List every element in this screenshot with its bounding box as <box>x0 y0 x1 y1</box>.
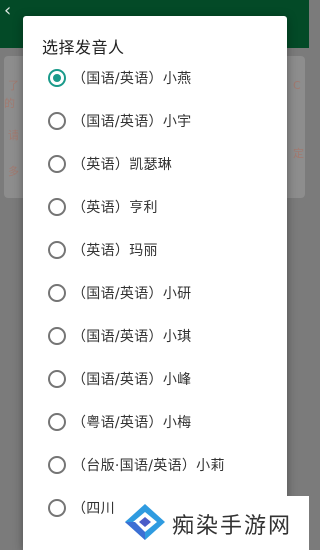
voice-option[interactable]: （英语）凯瑟琳 <box>23 142 287 185</box>
voice-option[interactable]: （国语/英语）小峰 <box>23 357 287 400</box>
watermark: 痴染手游网 <box>117 496 309 550</box>
radio-unchecked-icon[interactable] <box>48 327 66 345</box>
voice-select-dialog: 选择发音人 （国语/英语）小燕 （国语/英语）小宇 （英语）凯瑟琳 （英语）亨利… <box>23 16 287 550</box>
radio-unchecked-icon[interactable] <box>48 413 66 431</box>
voice-option-label: （国语/英语）小宇 <box>72 114 192 130</box>
background-text-fragment: 了 <box>8 79 19 92</box>
voice-option[interactable]: （国语/英语）小宇 <box>23 99 287 142</box>
voice-option-label: （英语）玛丽 <box>72 243 158 259</box>
radio-unchecked-icon[interactable] <box>48 241 66 259</box>
voice-option[interactable]: （英语）玛丽 <box>23 228 287 271</box>
voice-option-label: （粤语/英语）小梅 <box>72 415 192 431</box>
background-text-fragment: C <box>293 79 301 92</box>
diamond-logo-icon <box>125 504 165 540</box>
voice-option-label: （台版·国语/英语）小莉 <box>72 458 225 474</box>
voice-option-label: （国语/英语）小研 <box>72 286 192 302</box>
voice-option-label: （英语）凯瑟琳 <box>72 157 173 173</box>
background-text-fragment: 的 <box>4 97 15 110</box>
background-text-fragment: 多 <box>8 165 19 178</box>
dialog-title: 选择发音人 <box>42 38 125 57</box>
radio-unchecked-icon[interactable] <box>48 499 66 517</box>
radio-unchecked-icon[interactable] <box>48 370 66 388</box>
voice-option[interactable]: （国语/英语）小燕 <box>23 56 287 99</box>
voice-options-list: （国语/英语）小燕 （国语/英语）小宇 （英语）凯瑟琳 （英语）亨利 （英语）玛… <box>23 56 287 529</box>
voice-option-label: （国语/英语）小峰 <box>72 372 192 388</box>
background-text-fragment: 请 <box>8 129 19 142</box>
radio-checked-icon[interactable] <box>48 69 66 87</box>
voice-option[interactable]: （粤语/英语）小梅 <box>23 400 287 443</box>
voice-option-label: （四川 <box>72 501 115 517</box>
voice-option-label: （国语/英语）小琪 <box>72 329 192 345</box>
voice-option[interactable]: （国语/英语）小研 <box>23 271 287 314</box>
voice-option-label: （国语/英语）小燕 <box>72 71 192 87</box>
watermark-text: 痴染手游网 <box>172 514 293 539</box>
voice-option-label: （英语）亨利 <box>72 200 158 216</box>
radio-unchecked-icon[interactable] <box>48 284 66 302</box>
radio-unchecked-icon[interactable] <box>48 198 66 216</box>
radio-unchecked-icon[interactable] <box>48 112 66 130</box>
background-text-fragment: 定 <box>293 147 304 160</box>
voice-option[interactable]: （英语）亨利 <box>23 185 287 228</box>
voice-option[interactable]: （国语/英语）小琪 <box>23 314 287 357</box>
voice-option[interactable]: （台版·国语/英语）小莉 <box>23 443 287 486</box>
radio-unchecked-icon[interactable] <box>48 456 66 474</box>
radio-unchecked-icon[interactable] <box>48 155 66 173</box>
